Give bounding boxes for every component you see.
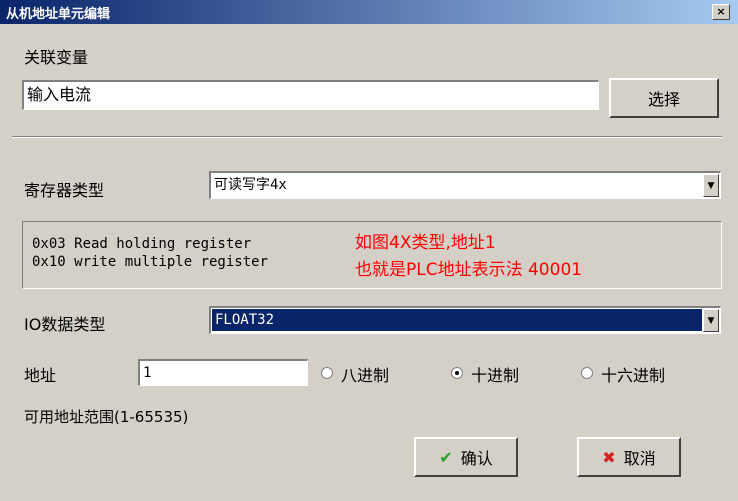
confirm-button-label: 确认: [460, 449, 493, 468]
register-type-select[interactable]: 可读写字4x ▼: [209, 171, 721, 199]
register-desc-line: 0x03 Read holding register: [32, 236, 252, 252]
select-button[interactable]: 选择: [609, 78, 719, 118]
radio-button[interactable]: [321, 367, 333, 379]
address-label: 地址: [24, 366, 57, 385]
confirm-button[interactable]: ✔ 确认: [414, 437, 518, 477]
io-data-type-label: IO数据类型: [24, 315, 106, 334]
register-type-label: 寄存器类型: [24, 181, 105, 200]
radio-decimal-label[interactable]: 十进制: [471, 362, 519, 386]
cancel-button-label: 取消: [623, 449, 656, 468]
radio-button[interactable]: [581, 367, 593, 379]
radio-hex-label[interactable]: 十六进制: [601, 362, 665, 386]
address-input[interactable]: 1: [138, 359, 308, 386]
radio-decimal[interactable]: [451, 367, 463, 379]
annotation-note: 如图4X类型,地址1: [355, 233, 496, 253]
register-desc-line: 0x10 write multiple register: [32, 254, 269, 270]
radio-button[interactable]: [451, 367, 463, 379]
title-bar: [0, 0, 738, 24]
address-range-text: 可用地址范围(1-65535): [24, 408, 189, 426]
cancel-button[interactable]: ✖ 取消: [577, 437, 681, 477]
close-icon[interactable]: ×: [712, 4, 730, 20]
check-icon: ✔: [439, 447, 453, 467]
register-type-value: 可读写字4x: [214, 177, 287, 193]
linked-variable-label: 关联变量: [24, 48, 89, 67]
radio-hex[interactable]: [581, 367, 593, 379]
x-icon: ✖: [602, 447, 616, 467]
linked-variable-input[interactable]: 输入电流: [22, 80, 599, 110]
radio-octal-label[interactable]: 八进制: [341, 362, 389, 386]
io-data-type-value: FLOAT32: [212, 309, 702, 331]
chevron-down-icon[interactable]: ▼: [703, 309, 719, 332]
io-data-type-select[interactable]: FLOAT32 ▼: [209, 306, 721, 334]
radio-octal[interactable]: [321, 367, 333, 379]
linked-variable-value: 输入电流: [27, 85, 92, 104]
chevron-down-icon[interactable]: ▼: [703, 174, 719, 197]
address-value: 1: [143, 365, 152, 381]
radio-selected-dot: [455, 371, 459, 375]
annotation-note: 也就是PLC地址表示法 40001: [355, 260, 583, 280]
separator: [12, 136, 722, 138]
window-title: 从机地址单元编辑: [6, 7, 111, 22]
